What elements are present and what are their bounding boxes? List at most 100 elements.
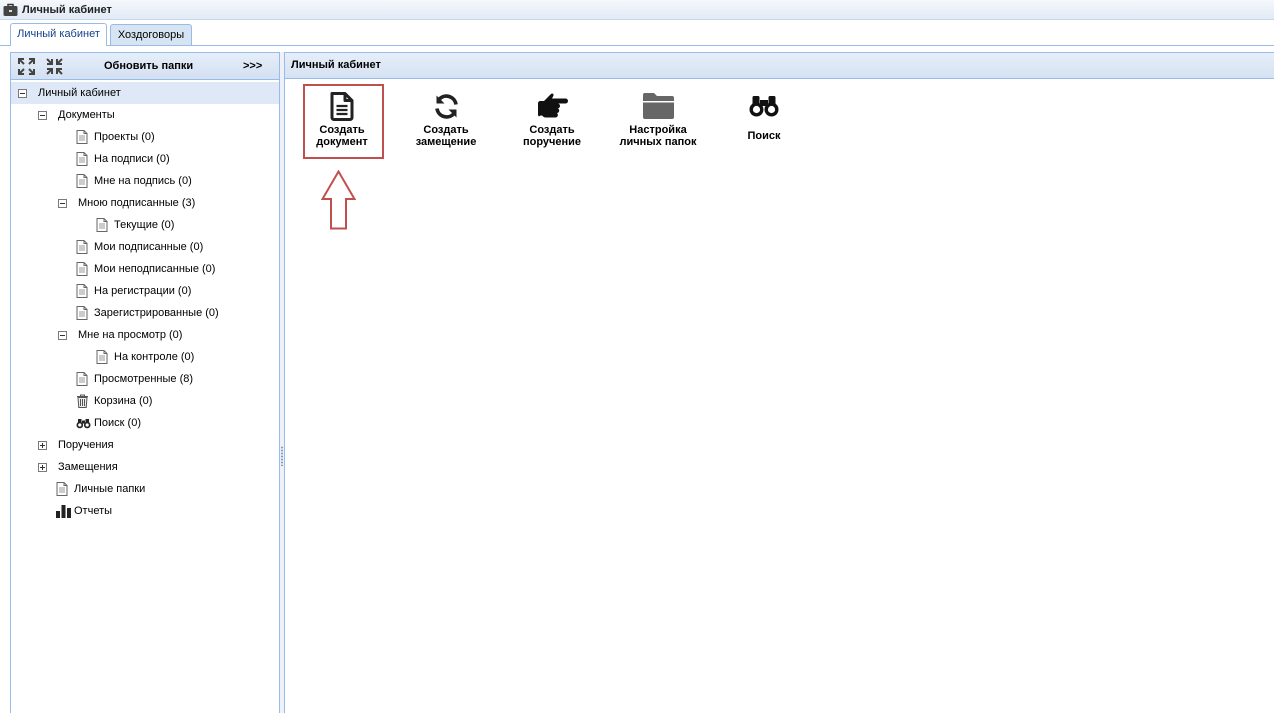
tree-item-label: На подписи (0) [94, 153, 170, 165]
tree-item[interactable]: Личные папки [11, 478, 279, 500]
expand-toggle-icon[interactable] [38, 434, 47, 456]
create-substitution-button[interactable]: Создать замещение [403, 88, 489, 148]
collapse-all-button[interactable] [46, 53, 63, 79]
tree-item-label: Отчеты [74, 505, 113, 517]
tree-item-label: На регистрации (0) [94, 285, 192, 297]
binoculars-icon [749, 88, 779, 124]
tree-item-label: Мои подписанные (0) [94, 241, 204, 253]
expand-all-icon [18, 57, 35, 75]
more-button[interactable]: >>> [243, 53, 262, 79]
tree-item-label: Документы [58, 109, 115, 121]
tree-item-label: Личные папки [74, 483, 146, 495]
trash-icon [76, 390, 89, 412]
refresh-folders-button[interactable]: Обновить папки [104, 53, 193, 79]
folder-tree: Личный кабинет Документы Проекты (0) На под… [11, 82, 279, 522]
tree-item-label: Корзина (0) [94, 395, 153, 407]
document-icon [96, 214, 108, 236]
folder-icon [642, 88, 675, 124]
tree-item[interactable]: Отчеты [11, 500, 279, 522]
action-label-line1: Настройка [629, 124, 687, 136]
document-icon [76, 148, 88, 170]
folder-tree-panel: Обновить папки >>> Личный кабинет Докумен… [10, 52, 280, 713]
tree-item[interactable]: Личный кабинет [11, 82, 279, 104]
tree-item[interactable]: Мои подписанные (0) [11, 236, 279, 258]
tree-item[interactable]: На регистрации (0) [11, 280, 279, 302]
collapse-toggle-icon[interactable] [58, 324, 67, 346]
create-document-button[interactable]: Создать документ [299, 88, 385, 148]
tree-item-label: Проекты (0) [94, 131, 155, 143]
document-icon [76, 170, 88, 192]
personal-folders-settings-button[interactable]: Настройка личных папок [615, 88, 701, 148]
tree-item[interactable]: Проекты (0) [11, 126, 279, 148]
window-title: Личный кабинет [22, 4, 112, 16]
tree-item[interactable]: На контроле (0) [11, 346, 279, 368]
document-icon [76, 236, 88, 258]
tree-item[interactable]: Мне на просмотр (0) [11, 324, 279, 346]
action-label: Создать поручение [523, 124, 581, 148]
tree-item-label: Поиск (0) [94, 417, 141, 429]
tree-item[interactable]: Документы [11, 104, 279, 126]
splitter-grip[interactable] [281, 446, 283, 466]
tree-item-label: Просмотренные (8) [94, 373, 194, 385]
tree-item[interactable]: Замещения [11, 456, 279, 478]
document-icon [330, 88, 354, 124]
tree-item[interactable]: Текущие (0) [11, 214, 279, 236]
tree-item[interactable]: Мне на подпись (0) [11, 170, 279, 192]
action-label-line1: Создать [319, 124, 365, 136]
annotation-arrow [321, 170, 356, 230]
tree-item[interactable]: Поиск (0) [11, 412, 279, 434]
tree-item[interactable]: Корзина (0) [11, 390, 279, 412]
action-label-line1: Поиск [747, 130, 781, 142]
tree-item-label: На контроле (0) [114, 351, 195, 363]
pointing-hand-icon [537, 88, 568, 124]
main-panel-header: Личный кабинет [285, 53, 1274, 79]
tab-business-contracts[interactable]: Хоздоговоры [110, 24, 192, 45]
tab-personal-cabinet[interactable]: Личный кабинет [10, 23, 107, 46]
tree-item[interactable]: Зарегистрированные (0) [11, 302, 279, 324]
action-label: Создать замещение [416, 124, 477, 148]
main-panel: Личный кабинет Создать документ Создать … [284, 52, 1274, 713]
refresh-icon [433, 88, 460, 124]
tree-toolbar: Обновить папки >>> [11, 53, 279, 80]
action-label-line2: поручение [522, 136, 582, 148]
document-icon [96, 346, 108, 368]
tree-item-label: Текущие (0) [114, 219, 175, 231]
tree-item[interactable]: Поручения [11, 434, 279, 456]
tree-item-label: Мне на просмотр (0) [78, 329, 183, 341]
tree-item-label: Замещения [58, 461, 118, 473]
document-icon [76, 368, 88, 390]
tree-item-label: Личный кабинет [38, 87, 121, 99]
tree-item[interactable]: Просмотренные (8) [11, 368, 279, 390]
create-assignment-button[interactable]: Создать поручение [509, 88, 595, 148]
document-icon [76, 302, 88, 324]
tab-strip-border [0, 45, 1274, 46]
collapse-toggle-icon[interactable] [38, 104, 47, 126]
document-icon [76, 258, 88, 280]
expand-all-button[interactable] [18, 53, 35, 79]
document-icon [76, 126, 88, 148]
action-label: Поиск [747, 124, 780, 148]
action-label-line2: документ [316, 136, 368, 148]
action-label-line1: Создать [423, 124, 469, 136]
tree-item[interactable]: На подписи (0) [11, 148, 279, 170]
tree-item-label: Мною подписанные (3) [78, 197, 196, 209]
action-label: Настройка личных папок [620, 124, 697, 148]
search-button[interactable]: Поиск [721, 88, 807, 148]
expand-toggle-icon[interactable] [38, 456, 47, 478]
tree-item-label: Поручения [58, 439, 114, 451]
action-label: Создать документ [316, 124, 367, 148]
tree-item[interactable]: Мои неподписанные (0) [11, 258, 279, 280]
collapse-toggle-icon[interactable] [18, 82, 27, 104]
binoculars-icon [76, 412, 91, 434]
page-title: Личный кабинет [291, 59, 381, 71]
collapse-all-icon [46, 57, 63, 75]
window-titlebar: Личный кабинет [0, 0, 1274, 20]
document-icon [56, 478, 68, 500]
tree-item-label: Зарегистрированные (0) [94, 307, 219, 319]
tree-item-label: Мои неподписанные (0) [94, 263, 216, 275]
action-label-line2: личных папок [619, 136, 697, 148]
tree-item[interactable]: Мною подписанные (3) [11, 192, 279, 214]
document-icon [76, 280, 88, 302]
collapse-toggle-icon[interactable] [58, 192, 67, 214]
action-label-line2: замещение [415, 136, 477, 148]
